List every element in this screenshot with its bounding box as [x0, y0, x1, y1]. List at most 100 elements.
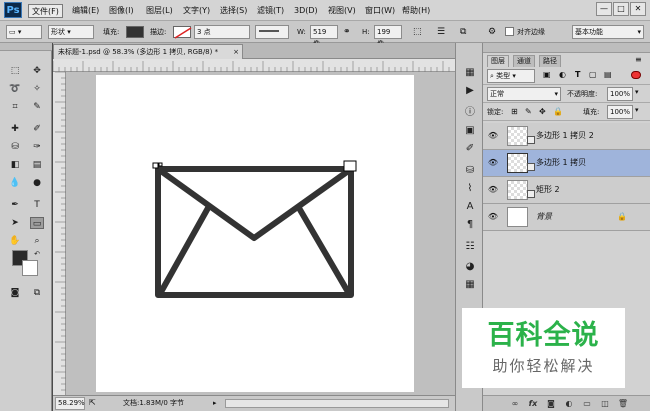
tool-mode-select[interactable]: 形状 ▾ [48, 25, 94, 39]
maximize-button[interactable]: □ [613, 2, 629, 16]
menu-filter[interactable]: 滤镜(T) [254, 4, 287, 18]
gradient-tool-icon[interactable]: ▤ [30, 159, 44, 171]
close-button[interactable]: ✕ [630, 2, 646, 16]
smart-object-filter-icon[interactable]: ▤ [604, 70, 612, 79]
shape-filter-icon[interactable]: ▢ [589, 70, 597, 79]
history-panel-icon[interactable]: ▦ [460, 65, 480, 81]
healing-brush-tool-icon[interactable]: ✚ [8, 123, 22, 135]
character-panel-icon[interactable]: A [460, 199, 480, 215]
width-field[interactable]: 519 像 [310, 25, 338, 48]
lasso-tool-icon[interactable]: ➰ [8, 83, 22, 95]
swap-colors-icon[interactable]: ↶ [30, 248, 44, 260]
group-icon[interactable]: ▭ [581, 399, 593, 409]
menu-edit[interactable]: 编辑(E) [69, 4, 102, 18]
properties-panel-icon[interactable]: ▣ [460, 123, 480, 139]
layer-row-polygon-copy[interactable]: 👁 多边形 1 拷贝 [483, 150, 650, 177]
stroke-width-field[interactable]: 3 点 [194, 25, 250, 39]
stroke-type-select[interactable] [255, 25, 289, 39]
blur-tool-icon[interactable]: 💧 [8, 177, 22, 189]
toolbar-grip[interactable] [0, 43, 52, 51]
magic-wand-tool-icon[interactable]: ✧ [30, 83, 44, 95]
tab-layers[interactable]: 图层 [487, 55, 509, 67]
anchor-handle[interactable] [343, 160, 357, 172]
horizontal-scrollbar[interactable] [225, 399, 449, 408]
fill-swatch[interactable] [126, 26, 144, 38]
menu-type[interactable]: 文字(Y) [180, 4, 213, 18]
workspace-select[interactable]: 基本功能 ▾ [572, 25, 644, 39]
rectangle-tool-icon[interactable]: ▭ [30, 217, 44, 229]
brush-panel-icon[interactable]: ✐ [460, 141, 480, 157]
background-color-swatch[interactable] [22, 260, 38, 276]
fill-dropdown-icon[interactable]: ▾ [635, 106, 639, 114]
document-canvas[interactable] [96, 75, 414, 392]
styles-panel-icon[interactable]: ▦ [460, 277, 480, 293]
menu-help[interactable]: 帮助(H) [399, 4, 433, 18]
crop-tool-icon[interactable]: ⌗ [8, 101, 22, 113]
swatches-panel-icon[interactable]: ☷ [460, 239, 480, 255]
fx-icon[interactable]: fx [527, 399, 539, 409]
stroke-swatch[interactable] [173, 26, 192, 39]
path-operations-icon[interactable]: ⬚ [413, 25, 422, 39]
eyedropper-tool-icon[interactable]: ✎ [30, 101, 44, 113]
height-field[interactable]: 199 像 [374, 25, 402, 48]
visibility-eye-icon[interactable]: 👁 [487, 212, 499, 222]
envelope-flap-shape[interactable] [155, 166, 354, 241]
gear-icon[interactable]: ⚙ [488, 25, 496, 39]
screen-mode-icon[interactable]: ⧉ [30, 287, 44, 299]
document-tab[interactable]: 未标题-1.psd @ 58.3% (多边形 1 拷贝, RGB/8) * × [53, 44, 243, 59]
new-layer-icon[interactable]: ◫ [599, 399, 611, 409]
visibility-eye-icon[interactable]: 👁 [487, 185, 499, 195]
menu-file[interactable]: 文件(F) [28, 4, 63, 18]
brush-tool-icon[interactable]: ✐ [30, 123, 44, 135]
dodge-tool-icon[interactable]: ● [30, 177, 44, 189]
zoom-tool-icon[interactable]: ⌕ [30, 235, 44, 247]
status-menu-arrow-icon[interactable]: ▸ [213, 396, 217, 410]
layer-row-polygon-copy-2[interactable]: 👁 多边形 1 拷贝 2 [483, 123, 650, 150]
hand-tool-icon[interactable]: ✋ [8, 235, 22, 247]
lock-all-icon[interactable]: 🔒 [553, 107, 563, 116]
clone-source-panel-icon[interactable]: ⛁ [460, 163, 480, 179]
menu-select[interactable]: 选择(S) [217, 4, 250, 18]
layer-row-background[interactable]: 👁 背景 🔒 [483, 204, 650, 231]
envelope-left-fold-shape[interactable] [158, 205, 211, 295]
panel-menu-icon[interactable]: ≡ [635, 55, 642, 64]
menu-image[interactable]: 图像(I) [106, 4, 137, 18]
marquee-tool-icon[interactable]: ⬚ [8, 65, 22, 77]
type-tool-icon[interactable]: T [30, 199, 44, 211]
trash-icon[interactable]: 🗑 [617, 399, 629, 409]
link-icon[interactable]: ∞ [509, 399, 521, 409]
tab-channels[interactable]: 通道 [513, 55, 535, 67]
lock-pixels-icon[interactable]: ✎ [525, 107, 532, 116]
move-tool-icon[interactable]: ✥ [30, 65, 44, 77]
info-panel-icon[interactable]: ⓘ [460, 105, 480, 121]
pen-tool-icon[interactable]: ✒ [8, 199, 22, 211]
lock-transparent-icon[interactable]: ⊞ [511, 107, 518, 116]
quick-mask-icon[interactable]: ◙ [8, 287, 22, 299]
opacity-dropdown-icon[interactable]: ▾ [635, 88, 639, 96]
clone-stamp-tool-icon[interactable]: ⛁ [8, 141, 22, 153]
fill-field[interactable]: 100% [607, 105, 633, 119]
panel-header-grip[interactable] [483, 43, 650, 53]
filter-toggle-switch[interactable] [631, 71, 641, 79]
paragraph-panel-icon[interactable]: ¶ [460, 217, 480, 233]
lock-position-icon[interactable]: ✥ [539, 107, 546, 116]
opacity-field[interactable]: 100% [607, 87, 633, 101]
mask-icon[interactable]: ◙ [545, 399, 557, 409]
zoom-level-field[interactable]: 58.29% [55, 397, 85, 410]
layer-row-rectangle-2[interactable]: 👁 矩形 2 [483, 177, 650, 204]
tab-paths[interactable]: 路径 [539, 55, 561, 67]
layer-filter-select[interactable]: ⌕ 类型 ▾ [487, 69, 535, 83]
menu-window[interactable]: 窗口(W) [362, 4, 398, 18]
envelope-right-fold-shape[interactable] [296, 205, 351, 295]
menu-layer[interactable]: 图层(L) [143, 4, 176, 18]
history-brush-tool-icon[interactable]: ✑ [30, 141, 44, 153]
export-icon[interactable]: ⇱ [89, 396, 96, 410]
type-filter-icon[interactable]: T [575, 70, 580, 79]
anchor-handle[interactable] [158, 162, 163, 167]
align-edges-checkbox[interactable] [505, 27, 514, 36]
link-dimensions-icon[interactable]: ⚭ [343, 25, 351, 39]
tool-preset-picker[interactable]: ▭ ▾ [6, 25, 42, 39]
minimize-button[interactable]: — [596, 2, 612, 16]
adjustment-filter-icon[interactable]: ◐ [559, 70, 566, 79]
close-tab-icon[interactable]: × [233, 45, 239, 59]
